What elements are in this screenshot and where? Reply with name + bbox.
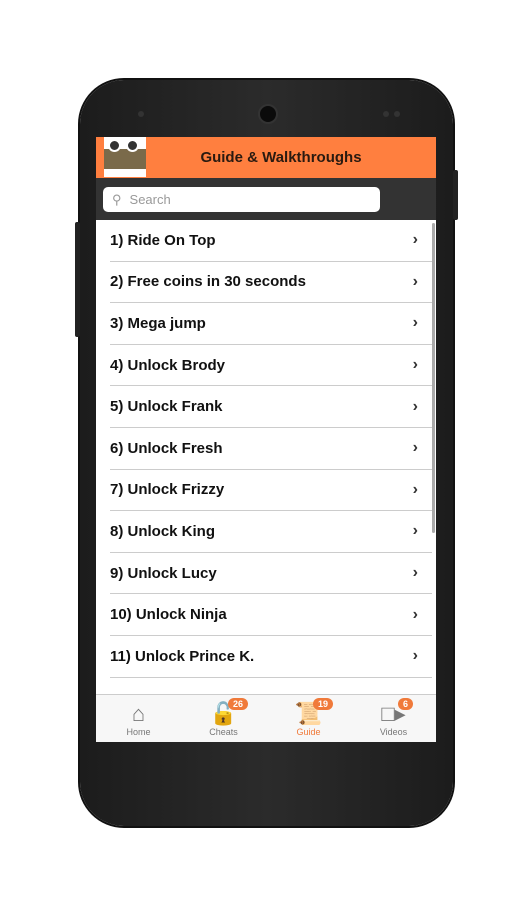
chevron-right-icon: › [412,605,418,623]
item-title: 11) Unlock Prince K. [110,647,255,665]
scroll-icon: 📜 [294,701,323,726]
list-item[interactable]: 3) Mega jump › [110,303,432,345]
item-title: 3) Mega jump [110,314,206,332]
tab-label: Cheats [209,727,238,737]
badge: 6 [398,698,414,710]
list-item[interactable]: 4) Unlock Brody › [110,345,432,387]
scrollbar[interactable] [432,223,435,533]
list-item[interactable]: 2) Free coins in 30 seconds › [110,262,432,304]
tab-videos[interactable]: □▸ 6 Videos [351,695,436,742]
item-title: 10) Unlock Ninja [110,606,227,624]
item-title: 9) Unlock Lucy [110,564,217,582]
guide-list: 1) Ride On Top › 2) Free coins in 30 secon… [96,220,436,695]
earpiece [258,104,278,124]
tab-home[interactable]: ⌂ Home [96,695,181,742]
sensor [394,111,400,117]
chevron-right-icon: › [412,564,418,582]
chevron-right-icon: › [412,522,418,540]
app-header: Guide & Walkthroughs [96,137,436,178]
search-box[interactable]: ⚲ [103,187,380,212]
home-icon: ⌂ [131,701,146,726]
list-item[interactable]: 9) Unlock Lucy › [110,553,432,595]
chevron-right-icon: › [412,647,418,665]
sensor [383,111,389,117]
tab-bar: ⌂ Home 🔓 26 Cheats 📜 19 Guide □▸ 6 Videos [96,694,436,742]
front-camera [138,111,144,117]
list-item[interactable]: 10) Unlock Ninja › [110,594,432,636]
list-item[interactable]: 1) Ride On Top › [110,220,432,262]
list-item[interactable] [110,678,432,695]
search-bar: ⚲ [96,178,436,220]
video-icon: □▸ [381,701,406,726]
list-item[interactable]: 6) Unlock Fresh › [110,428,432,470]
badge: 26 [228,698,249,710]
unlock-icon: 🔓 [209,701,238,726]
tab-cheats[interactable]: 🔓 26 Cheats [181,695,266,742]
chevron-right-icon: › [412,272,418,290]
chevron-right-icon: › [412,314,418,332]
tab-label: Home [126,727,151,737]
page-title: Guide & Walkthroughs [200,149,362,166]
app-screen: Guide & Walkthroughs ⚲ 1) Ride On Top›2)… [96,137,436,742]
list-item[interactable]: 8) Unlock King › [110,511,432,553]
item-title: 7) Unlock Frizzy [110,481,225,499]
item-title: 1) Ride On Top [110,231,216,249]
item-title: 4) Unlock Brody [110,356,226,374]
item-title: 6) Unlock Fresh [110,439,223,457]
item-title: 2) Free coins in 30 seconds [110,273,306,291]
tab-guide[interactable]: 📜 19 Guide [266,695,351,742]
power-button [453,170,458,220]
item-title: 5) Unlock Frank [110,398,223,416]
tab-label: Guide [296,727,321,737]
chevron-right-icon: › [412,231,418,249]
chevron-right-icon: › [412,480,418,498]
list-item[interactable]: 7) Unlock Frizzy › [110,470,432,512]
volume-button [75,222,80,337]
item-title: 8) Unlock King [110,522,216,540]
chevron-right-icon: › [412,439,418,457]
list-item[interactable]: 11) Unlock Prince K. › [110,636,432,678]
search-input[interactable] [127,191,362,208]
tab-label: Videos [379,727,408,737]
search-icon: ⚲ [112,191,122,207]
badge: 19 [313,698,334,710]
list-item[interactable]: 5) Unlock Frank › [110,386,432,428]
chevron-right-icon: › [412,397,418,415]
chevron-right-icon: › [412,356,418,374]
